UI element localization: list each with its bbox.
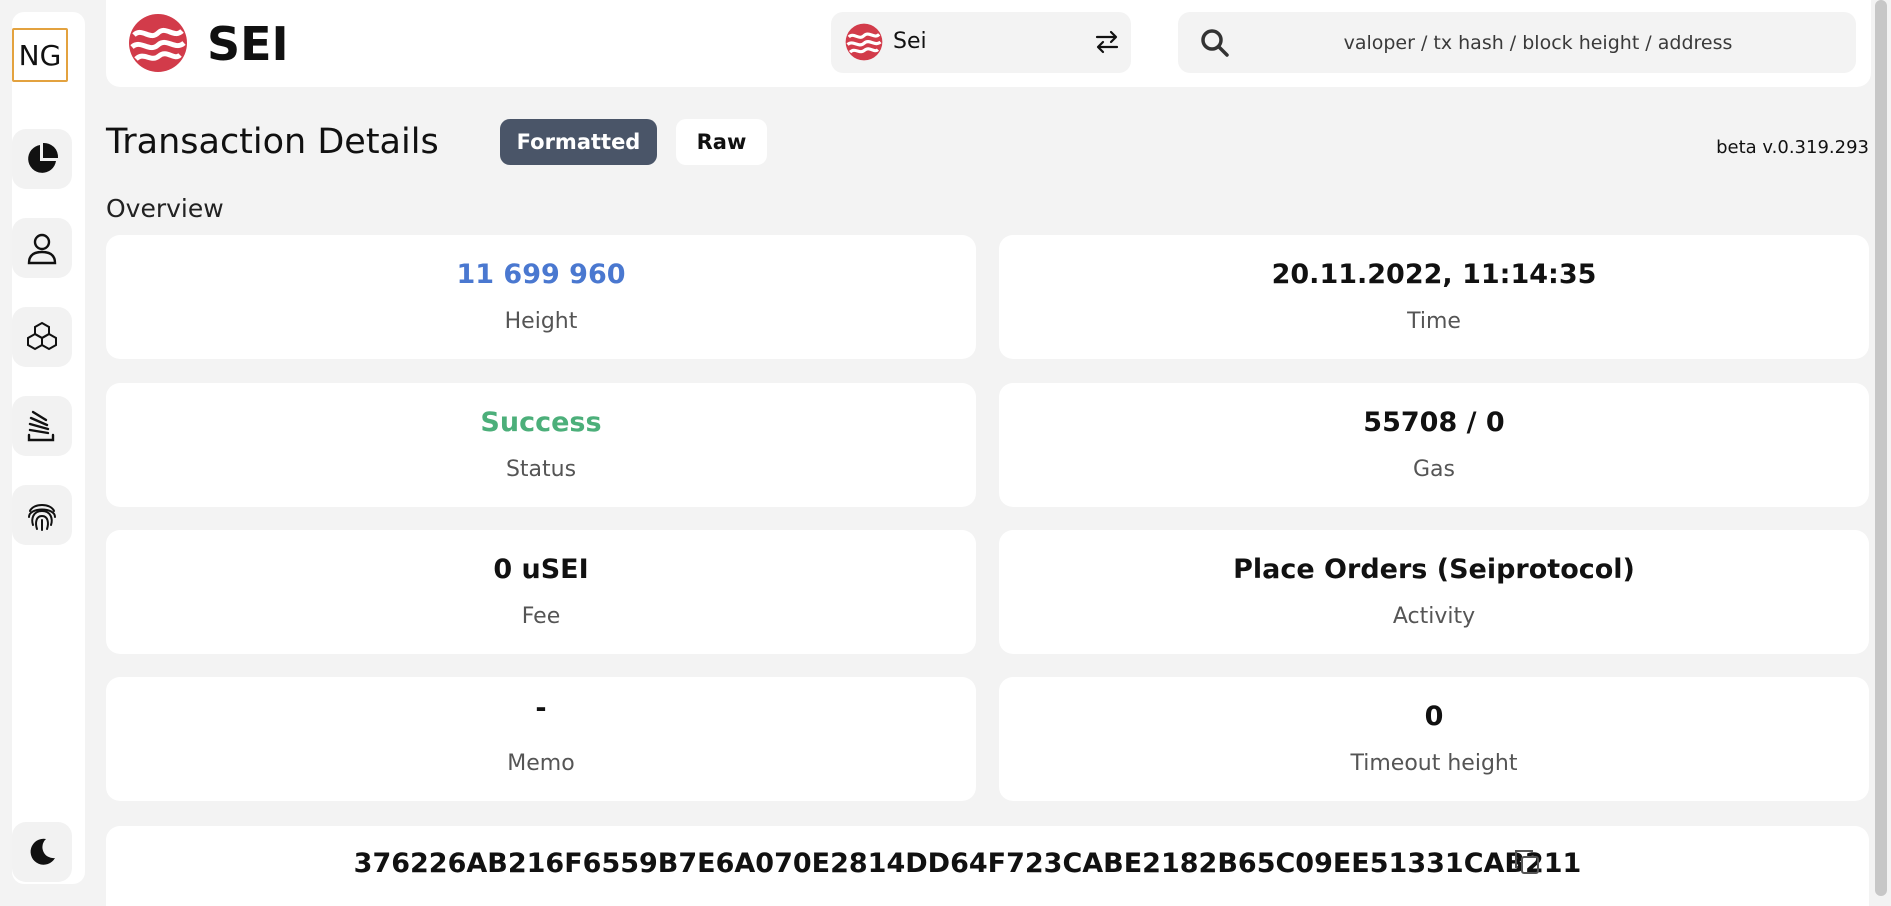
theme-toggle-button[interactable] [12, 822, 72, 882]
tx-hash: 376226AB216F6559B7E6A070E2814DD64F723CAB… [353, 848, 1582, 879]
activity-value: Place Orders (Seiprotocol) [1233, 554, 1635, 585]
chain-name: Sei [893, 29, 927, 54]
gas-card: 55708 / 0 Gas [999, 383, 1869, 507]
user-icon [27, 233, 57, 265]
nav-transactions-button[interactable] [12, 396, 72, 456]
fee-card: 0 uSEI Fee [106, 530, 976, 654]
height-card: 11 699 960 Height [106, 235, 976, 359]
sei-chain-icon [845, 23, 883, 61]
version-label: beta v.0.319.293 [1716, 137, 1869, 158]
chain-selector[interactable]: Sei [831, 12, 1131, 73]
timeout-height-label: Timeout height [1350, 751, 1518, 776]
top-bar: SEI Sei [106, 0, 1871, 87]
nav-fingerprint-button[interactable] [12, 485, 72, 545]
height-value[interactable]: 11 699 960 [106, 257, 976, 293]
timeout-height-card: 0 Timeout height [999, 677, 1869, 801]
memo-label: Memo [507, 751, 575, 776]
gas-value: 55708 / 0 [1363, 407, 1505, 438]
tab-raw[interactable]: Raw [676, 119, 767, 165]
nav-dashboard-button[interactable] [12, 129, 72, 189]
fingerprint-icon [28, 504, 56, 531]
fee-value: 0 uSEI [493, 554, 589, 585]
tab-formatted[interactable]: Formatted [500, 119, 657, 165]
search-icon [1201, 29, 1229, 57]
time-card: 20.11.2022, 11:14:35 Time [999, 235, 1869, 359]
timeout-height-value: 0 [1424, 701, 1444, 732]
status-card: Success Status [106, 383, 976, 507]
height-label: Height [504, 309, 578, 334]
page-title: Transaction Details [106, 122, 439, 162]
tx-hash-card: 376226AB216F6559B7E6A070E2814DD64F723CAB… [106, 826, 1869, 906]
scrollbar[interactable] [1871, 0, 1891, 896]
search-input[interactable] [1238, 12, 1838, 73]
scrollbar-thumb[interactable] [1875, 0, 1887, 896]
activity-card: Place Orders (Seiprotocol) Activity [999, 530, 1869, 654]
pie-chart-icon [28, 142, 59, 173]
time-label: Time [1407, 309, 1461, 334]
activity-label: Activity [1392, 604, 1476, 629]
sidebar: NG [12, 12, 85, 884]
overview-heading: Overview [106, 194, 224, 223]
nav-blocks-button[interactable] [12, 307, 72, 367]
stack-icon [27, 410, 55, 442]
ng-logo[interactable]: NG [12, 28, 68, 82]
search-box[interactable] [1178, 12, 1856, 73]
memo-value: - [535, 693, 547, 724]
status-value: Success [480, 407, 602, 438]
sei-logo-icon[interactable] [128, 13, 188, 73]
brand-name: SEI [207, 17, 289, 71]
memo-card: - Memo [106, 677, 976, 801]
nav-account-button[interactable] [12, 218, 72, 278]
moon-icon [30, 838, 55, 865]
gas-label: Gas [1413, 457, 1455, 482]
copy-icon[interactable] [1511, 846, 1543, 878]
swap-icon[interactable] [1093, 28, 1121, 56]
cubes-icon [27, 321, 57, 351]
fee-label: Fee [521, 604, 561, 629]
status-label: Status [505, 457, 577, 482]
time-value: 20.11.2022, 11:14:35 [1271, 259, 1597, 290]
